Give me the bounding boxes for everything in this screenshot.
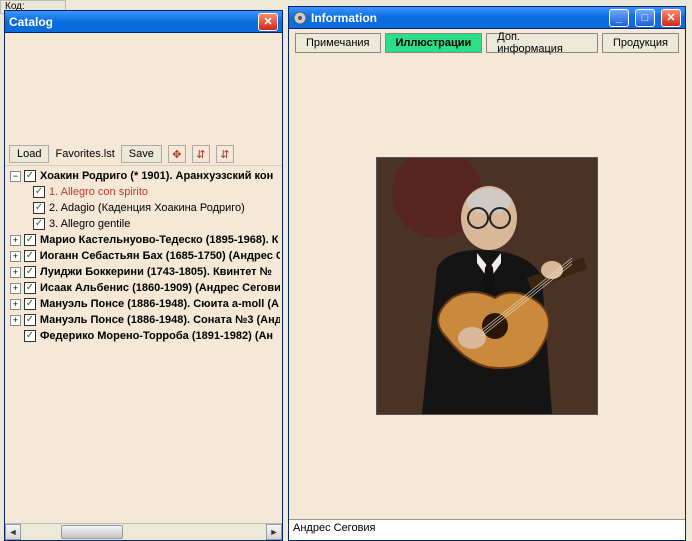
tab-notes[interactable]: Примечания xyxy=(295,33,381,53)
catalog-title: Catalog xyxy=(9,15,252,29)
tree-item-label: Луиджи Боккерини (1743-1805). Квинтет № xyxy=(40,264,272,280)
tree-root[interactable]: − ✓ Хоакин Родриго (* 1901). Аранхуэзски… xyxy=(7,168,280,184)
expand-icon[interactable]: + xyxy=(10,267,21,278)
expand-icon[interactable]: + xyxy=(10,299,21,310)
collapse-icon[interactable]: − xyxy=(10,171,21,182)
move-icon: ✥ xyxy=(172,148,181,161)
toolbar-icon-1[interactable]: ✥ xyxy=(168,145,186,163)
info-titlebar[interactable]: Information _ □ ✕ xyxy=(289,7,685,29)
checkbox[interactable]: ✓ xyxy=(24,266,36,278)
maximize-icon: □ xyxy=(642,12,649,24)
tab-production[interactable]: Продукция xyxy=(602,33,679,53)
checkbox[interactable]: ✓ xyxy=(24,330,36,342)
checkbox[interactable]: ✓ xyxy=(33,218,45,230)
tab-illustrations[interactable]: Иллюстрации xyxy=(385,33,483,53)
catalog-window: Catalog ✕ Load Favorites.lst Save ✥ ⇵ ⇵ … xyxy=(4,10,283,541)
tree-item-label: 1. Allegro con spirito xyxy=(49,184,148,200)
toolbar-icon-2[interactable]: ⇵ xyxy=(192,145,210,163)
tree-node[interactable]: + ✓ Луиджи Боккерини (1743-1805). Квинте… xyxy=(7,264,280,280)
catalog-titlebar[interactable]: Catalog ✕ xyxy=(5,11,282,33)
checkbox[interactable]: ✓ xyxy=(24,298,36,310)
catalog-tree[interactable]: − ✓ Хоакин Родриго (* 1901). Аранхуэзски… xyxy=(5,166,282,523)
close-icon: ✕ xyxy=(263,15,272,28)
tree-item-label: Марио Кастельнуово-Тедеско (1895-1968). … xyxy=(40,232,278,248)
tree-node[interactable]: + ✓ Исаак Альбенис (1860-1909) (Андрес С… xyxy=(7,280,280,296)
tree-item-label: 2. Adagio (Каденция Хоакина Родриго) xyxy=(49,200,245,216)
expand-icon[interactable]: + xyxy=(10,283,21,294)
info-title: Information xyxy=(311,11,603,25)
illustration-image xyxy=(376,157,598,415)
tree-item-label: Хоакин Родриго (* 1901). Аранхуэзский ко… xyxy=(40,168,273,184)
tree-child[interactable]: ✓ 1. Allegro con spirito xyxy=(7,184,280,200)
toolbar-icon-3[interactable]: ⇵ xyxy=(216,145,234,163)
scroll-left-icon[interactable]: ◄ xyxy=(5,524,21,540)
save-button[interactable]: Save xyxy=(121,145,162,163)
checkbox[interactable]: ✓ xyxy=(33,186,45,198)
scroll-thumb[interactable] xyxy=(61,525,123,539)
expand-icon[interactable]: + xyxy=(10,315,21,326)
expand-icon[interactable]: + xyxy=(10,235,21,246)
tree-item-label: 3. Allegro gentile xyxy=(49,216,130,232)
checkbox[interactable]: ✓ xyxy=(24,250,36,262)
load-button[interactable]: Load xyxy=(9,145,49,163)
checkbox[interactable]: ✓ xyxy=(24,234,36,246)
tree-node[interactable]: ✓ Федерико Морено-Торроба (1891-1982) (А… xyxy=(7,328,280,344)
checkbox[interactable]: ✓ xyxy=(24,314,36,326)
catalog-toolbar: Load Favorites.lst Save ✥ ⇵ ⇵ xyxy=(5,143,282,166)
tree-item-label: Иоганн Себастьян Бах (1685-1750) (Андрес… xyxy=(40,248,280,264)
minimize-icon: _ xyxy=(616,12,622,24)
scroll-right-icon[interactable]: ► xyxy=(266,524,282,540)
tree-item-label: Федерико Морено-Торроба (1891-1982) (Ан xyxy=(40,328,273,344)
minimize-button[interactable]: _ xyxy=(609,9,629,27)
tree-node[interactable]: + ✓ Мануэль Понсе (1886-1948). Сюита a-m… xyxy=(7,296,280,312)
catalog-top-panel xyxy=(5,33,282,143)
illustration-caption: Андрес Сеговия xyxy=(289,519,685,540)
expand-icon[interactable]: + xyxy=(10,251,21,262)
catalog-close-button[interactable]: ✕ xyxy=(258,13,278,31)
tree-item-label: Мануэль Понсе (1886-1948). Соната №3 (Ан… xyxy=(40,312,280,328)
tree-item-label: Исаак Альбенис (1860-1909) (Андрес Сегов… xyxy=(40,280,280,296)
checkbox[interactable]: ✓ xyxy=(24,170,36,182)
checkbox[interactable]: ✓ xyxy=(24,282,36,294)
tree-node[interactable]: + ✓ Мануэль Понсе (1886-1948). Соната №3… xyxy=(7,312,280,328)
tree-item-label: Мануэль Понсе (1886-1948). Сюита a-moll … xyxy=(40,296,279,312)
tree-node[interactable]: + ✓ Марио Кастельнуово-Тедеско (1895-196… xyxy=(7,232,280,248)
pin2-icon: ⇵ xyxy=(220,148,229,161)
app-icon xyxy=(293,11,307,25)
tree-child[interactable]: ✓ 2. Adagio (Каденция Хоакина Родриго) xyxy=(7,200,280,216)
info-tabbar: Примечания Иллюстрации Доп. информация П… xyxy=(289,29,685,57)
information-window: Information _ □ ✕ Примечания Иллюстрации… xyxy=(288,6,686,541)
checkbox[interactable]: ✓ xyxy=(33,202,45,214)
tab-extra[interactable]: Доп. информация xyxy=(486,33,598,53)
favorites-file-label: Favorites.lst xyxy=(55,148,114,160)
catalog-h-scrollbar[interactable]: ◄ ► xyxy=(5,523,282,540)
pin-icon: ⇵ xyxy=(196,148,205,161)
close-button[interactable]: ✕ xyxy=(661,9,681,27)
tree-node[interactable]: + ✓ Иоганн Себастьян Бах (1685-1750) (Ан… xyxy=(7,248,280,264)
illustration-panel xyxy=(289,57,685,519)
close-icon: ✕ xyxy=(666,11,675,24)
maximize-button[interactable]: □ xyxy=(635,9,655,27)
tree-child[interactable]: ✓ 3. Allegro gentile xyxy=(7,216,280,232)
scroll-track[interactable] xyxy=(21,524,266,540)
